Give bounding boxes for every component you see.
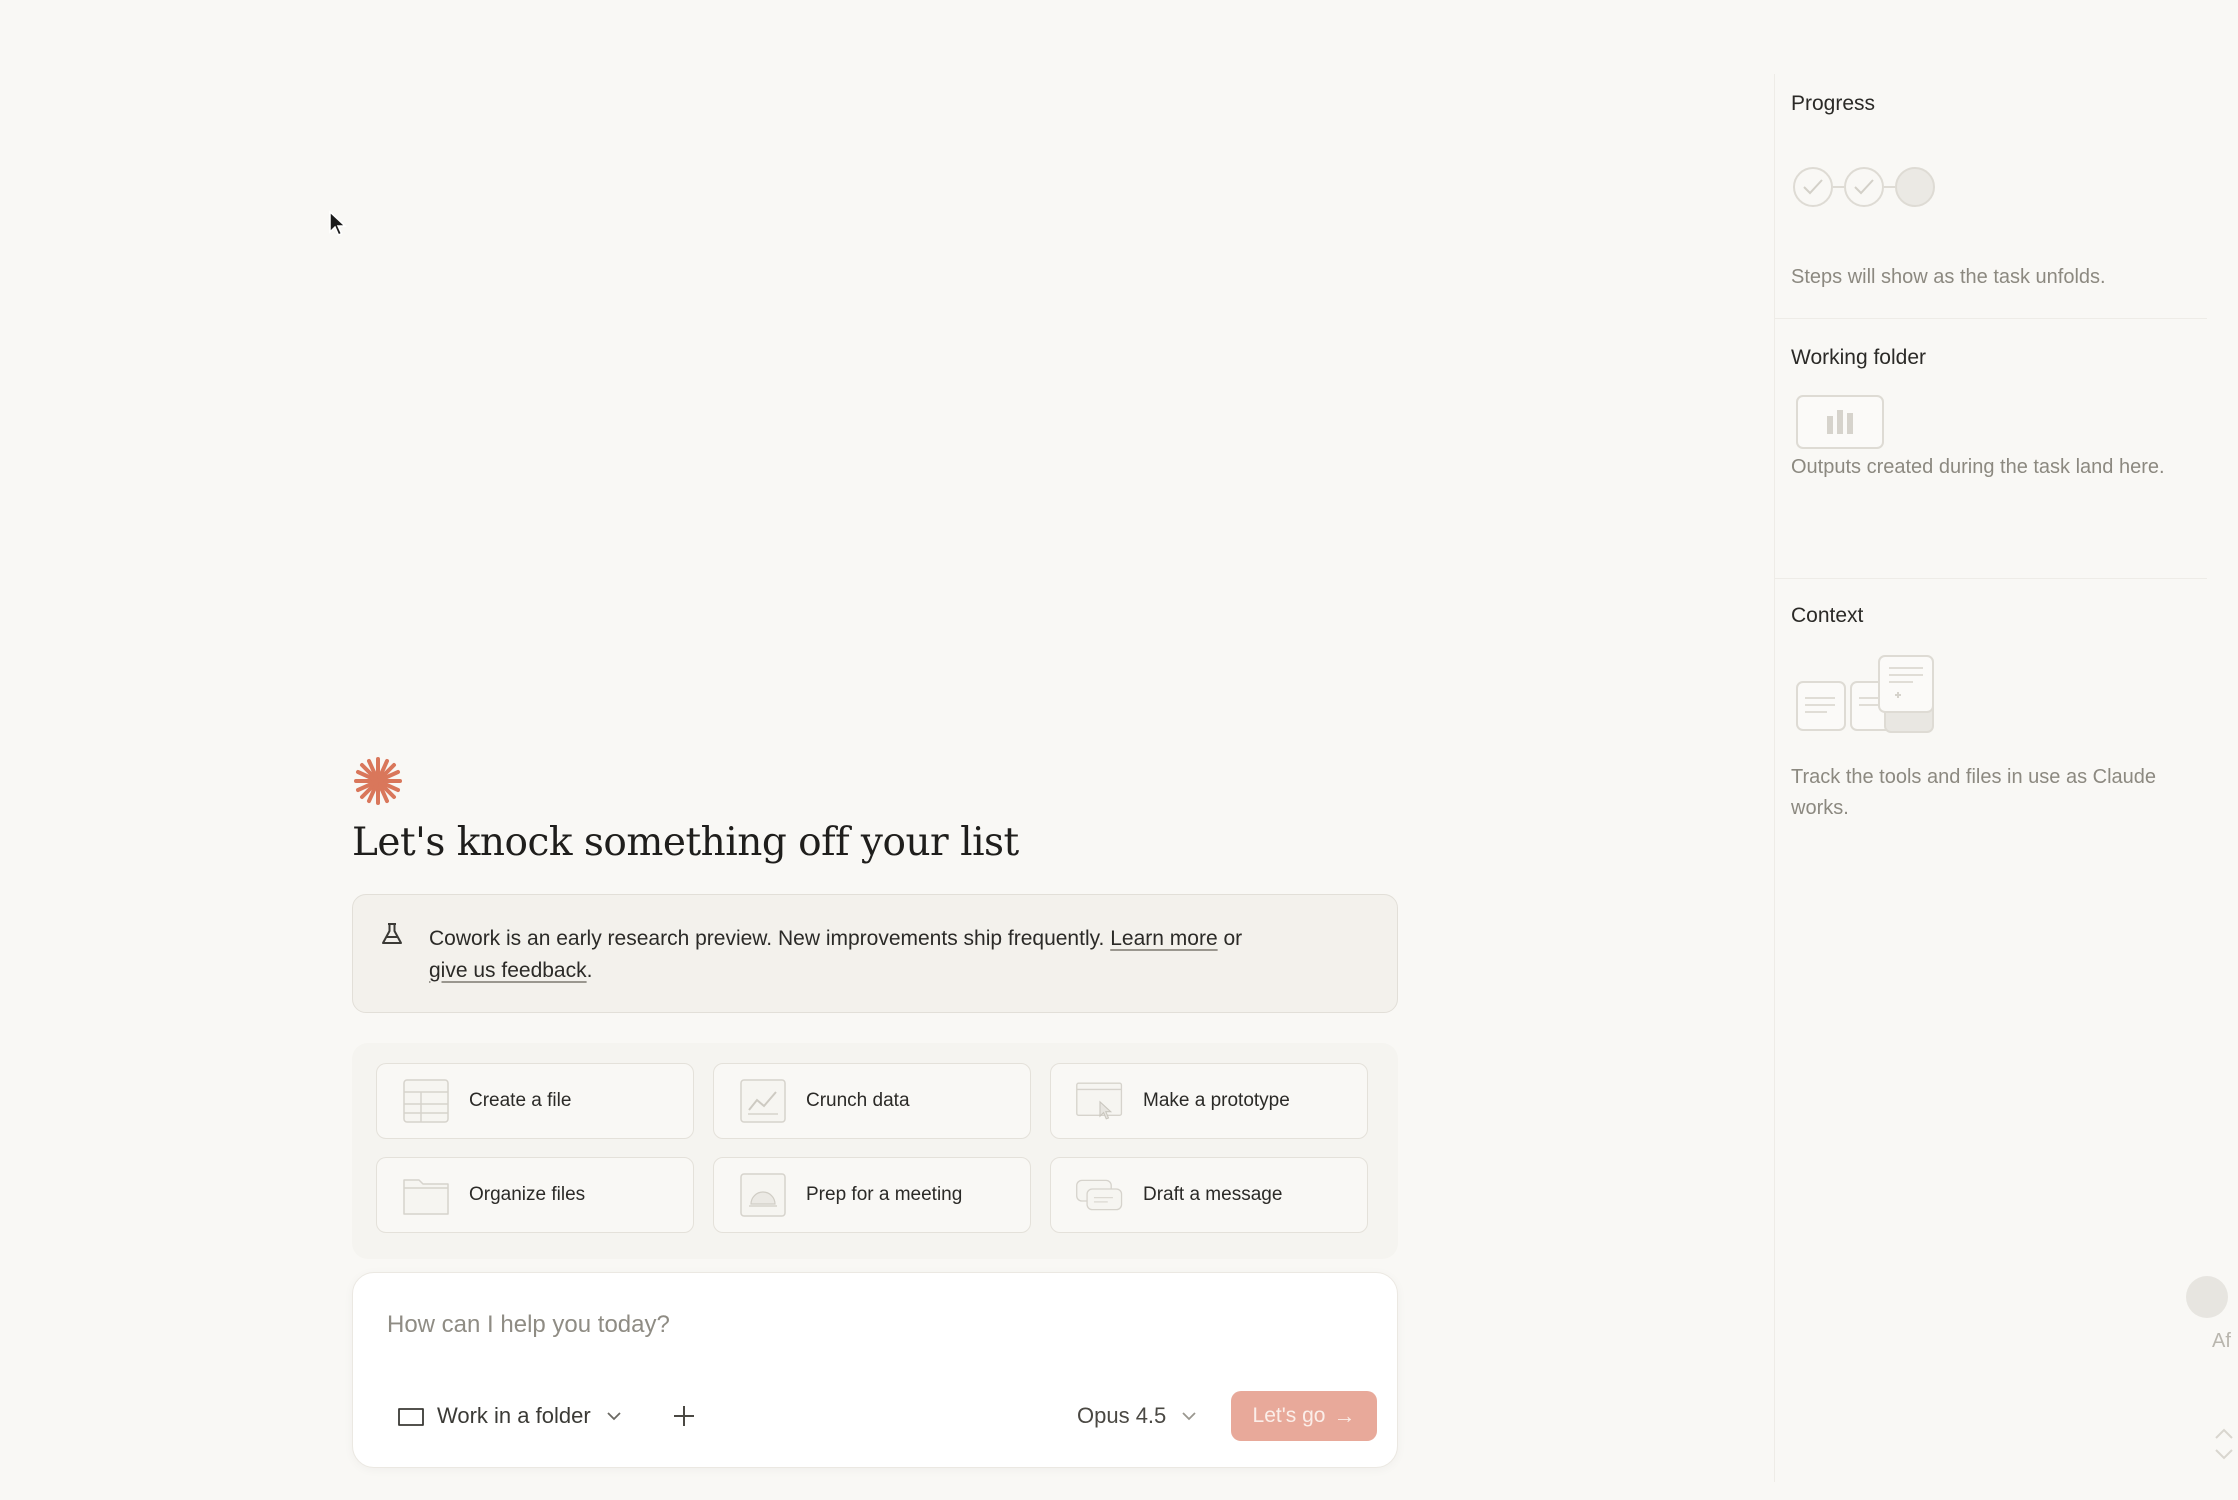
lets-go-label: Let's go <box>1252 1404 1326 1427</box>
model-label: Opus 4.5 <box>1077 1403 1167 1428</box>
context-files-icon <box>1796 655 1934 733</box>
notice-period: . <box>586 958 593 982</box>
work-in-folder-button[interactable]: Work in a folder <box>397 1403 623 1429</box>
action-label: Organize files <box>469 1183 586 1205</box>
action-label: Create a file <box>469 1089 572 1111</box>
action-crunch-data[interactable]: Crunch data <box>713 1062 1031 1139</box>
message-composer: Work in a folder Opus 4.5 Let's go → <box>352 1272 1398 1468</box>
action-label: Prep for a meeting <box>806 1183 963 1205</box>
chevron-down-icon <box>607 1412 621 1421</box>
learn-more-link[interactable]: Learn more <box>1110 927 1217 950</box>
notice-message: Cowork is an early research preview. New… <box>429 926 1105 950</box>
work-in-folder-label: Work in a folder <box>437 1403 591 1428</box>
cowork-page: Let's knock something off your list Cowo… <box>0 0 2238 1500</box>
scroll-chevrons-icon[interactable] <box>2210 1422 2238 1466</box>
main-column: Let's knock something off your list Cowo… <box>352 755 1398 1259</box>
floating-circle-button[interactable] <box>2186 1276 2228 1318</box>
prompt-input[interactable] <box>385 1307 1345 1343</box>
working-folder-icon <box>1796 395 1884 449</box>
progress-description: Steps will show as the task unfolds. <box>1791 266 2106 288</box>
mouse-cursor-icon <box>329 210 347 237</box>
arrow-right-icon: → <box>1333 1403 1356 1428</box>
folder-icon <box>403 1179 449 1215</box>
model-selector[interactable]: Opus 4.5 <box>1077 1403 1198 1429</box>
quick-actions-grid: Create a file Crunch data Make a prototy… <box>376 1062 1374 1233</box>
quick-actions-panel: Create a file Crunch data Make a prototy… <box>352 1042 1398 1259</box>
notice-or: or <box>1223 926 1243 950</box>
page-title: Let's knock something off your list <box>352 820 1019 865</box>
working-folder-description: Outputs created during the task land her… <box>1791 456 2165 478</box>
action-draft-message[interactable]: Draft a message <box>1050 1156 1368 1233</box>
action-make-prototype[interactable]: Make a prototype <box>1050 1062 1368 1139</box>
context-description: Track the tools and files in use as Clau… <box>1791 766 2157 819</box>
edge-label: Af <box>2212 1330 2231 1352</box>
task-side-panel: Progress Steps will show as the task unf… <box>1774 74 2207 1482</box>
progress-steps-icon <box>1793 167 1935 207</box>
claude-spark-icon <box>354 757 402 805</box>
action-organize-files[interactable]: Organize files <box>376 1156 694 1233</box>
folder-outline-icon <box>398 1408 424 1426</box>
notice-text: Cowork is an early research preview. New… <box>429 923 1242 987</box>
research-preview-notice: Cowork is an early research preview. New… <box>352 893 1398 1013</box>
action-label: Draft a message <box>1143 1183 1283 1205</box>
action-label: Crunch data <box>806 1089 910 1111</box>
lets-go-button[interactable]: Let's go → <box>1231 1391 1377 1441</box>
file-grid-icon <box>403 1079 449 1123</box>
give-feedback-link[interactable]: give us feedback <box>429 959 587 982</box>
panel-divider <box>1775 318 2207 319</box>
context-title: Context <box>1791 604 1864 627</box>
progress-title: Progress <box>1791 92 1876 115</box>
add-attachment-plus-icon[interactable] <box>669 1401 699 1431</box>
progress-card: Progress Steps will show as the task unf… <box>1775 74 2207 310</box>
action-create-file[interactable]: Create a file <box>376 1062 694 1139</box>
action-label: Make a prototype <box>1143 1089 1290 1111</box>
chart-icon <box>740 1079 786 1123</box>
meeting-icon <box>740 1173 786 1217</box>
flask-icon <box>382 922 402 944</box>
working-folder-title: Working folder <box>1791 346 1927 369</box>
action-prep-meeting[interactable]: Prep for a meeting <box>713 1156 1031 1233</box>
panel-divider <box>1775 578 2207 579</box>
prototype-icon <box>1076 1082 1123 1120</box>
message-icon <box>1076 1179 1123 1211</box>
chevron-down-icon <box>1182 1412 1196 1421</box>
